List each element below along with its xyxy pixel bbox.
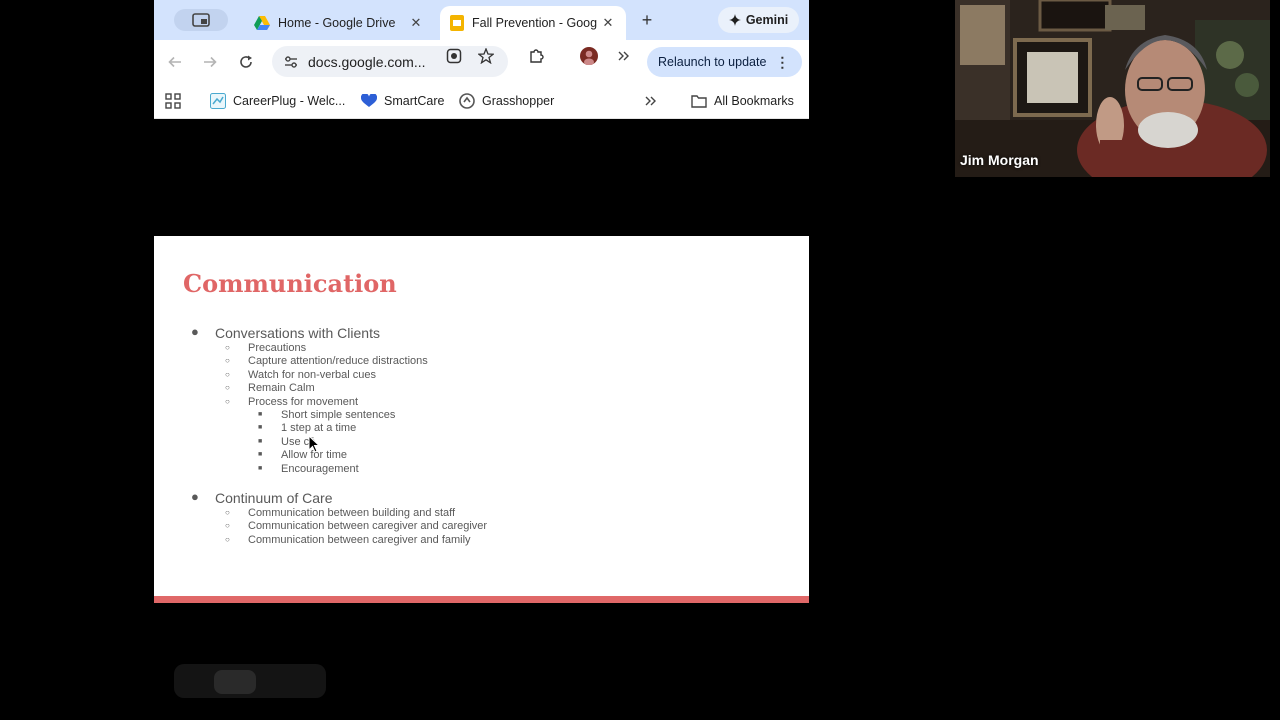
close-tab-icon[interactable]: ✕ bbox=[600, 15, 616, 31]
back-arrow-icon bbox=[168, 56, 181, 68]
bullet-square-icon: ■ bbox=[258, 424, 263, 431]
bookmark-label: SmartCare bbox=[384, 94, 445, 108]
bullet-circle-icon: ○ bbox=[225, 383, 230, 392]
slide-accent-bar bbox=[154, 596, 809, 603]
bullet-circle-icon: ○ bbox=[225, 535, 230, 544]
tab-fall-prevention[interactable]: Fall Prevention - Goog ✕ bbox=[440, 6, 626, 40]
close-tab-icon[interactable]: ✕ bbox=[408, 15, 424, 31]
gemini-label: Gemini bbox=[745, 13, 789, 27]
profile-avatar[interactable] bbox=[580, 47, 598, 65]
list-item: Communication between building and staff bbox=[248, 507, 456, 519]
bullet-circle-icon: ○ bbox=[225, 397, 230, 406]
relaunch-label: Relaunch to update bbox=[658, 55, 767, 69]
folder-icon bbox=[691, 95, 707, 108]
bookmarks-overflow-icon[interactable] bbox=[644, 91, 658, 111]
tab-search-button[interactable] bbox=[174, 9, 228, 31]
tab-label: Fall Prevention - Goog bbox=[472, 16, 598, 30]
bullet-circle-icon: ○ bbox=[225, 356, 230, 365]
gemini-sparkle-icon bbox=[728, 14, 741, 26]
browser-window: Home - Google Drive ✕ Fall Prevention - … bbox=[154, 0, 809, 720]
tab-group-icon bbox=[192, 13, 210, 27]
apps-grid-icon[interactable] bbox=[165, 91, 181, 111]
slide-title: Communication bbox=[183, 269, 397, 298]
google-slides-icon bbox=[450, 15, 464, 31]
bullet-square-icon: ■ bbox=[258, 465, 263, 472]
list-item: Communication between caregiver and fami… bbox=[248, 534, 471, 546]
participant-name: Jim Morgan bbox=[960, 152, 1039, 168]
smartcare-heart-icon bbox=[361, 94, 377, 107]
bullet-square-icon: ■ bbox=[258, 451, 263, 458]
new-tab-button[interactable]: + bbox=[636, 9, 658, 31]
sub-list-item: Encouragement bbox=[281, 463, 359, 475]
gemini-button[interactable]: Gemini bbox=[718, 7, 799, 33]
careerplug-icon bbox=[210, 93, 226, 109]
mouse-pointer-icon bbox=[308, 435, 320, 453]
tab-label: Home - Google Drive bbox=[278, 16, 396, 30]
forward-button[interactable] bbox=[200, 52, 220, 72]
bullet-square-icon: ■ bbox=[258, 411, 263, 418]
google-lens-icon[interactable] bbox=[445, 47, 463, 65]
more-menu-icon[interactable]: ⋮ bbox=[775, 54, 789, 71]
section-heading: Continuum of Care bbox=[215, 490, 333, 506]
section-heading: Conversations with Clients bbox=[215, 325, 380, 341]
tab-google-drive[interactable]: Home - Google Drive ✕ bbox=[244, 6, 434, 40]
bullet-circle-icon: ○ bbox=[225, 343, 230, 352]
grasshopper-icon bbox=[459, 93, 475, 109]
participant-video-feed bbox=[955, 0, 1270, 177]
sub-list-item: 1 step at a time bbox=[281, 422, 357, 434]
bookmark-smartcare[interactable]: SmartCare bbox=[361, 91, 444, 111]
bullet-dot-icon: ● bbox=[191, 489, 199, 504]
reload-icon bbox=[240, 55, 252, 68]
bookmark-label: Grasshopper bbox=[482, 94, 555, 108]
back-button[interactable] bbox=[165, 52, 185, 72]
bullet-square-icon: ■ bbox=[258, 438, 263, 445]
all-bookmarks-button[interactable]: All Bookmarks bbox=[691, 91, 794, 111]
address-bar[interactable]: docs.google.com... bbox=[272, 46, 508, 77]
bullet-circle-icon: ○ bbox=[225, 508, 230, 517]
reload-button[interactable] bbox=[236, 52, 256, 72]
chevron-double-right-icon[interactable] bbox=[615, 47, 633, 65]
extensions-icon[interactable] bbox=[527, 47, 545, 65]
forward-arrow-icon bbox=[204, 56, 217, 68]
google-drive-icon bbox=[254, 16, 270, 30]
bookmark-star-icon[interactable] bbox=[477, 47, 495, 65]
bullet-circle-icon: ○ bbox=[225, 370, 230, 379]
bullet-circle-icon: ○ bbox=[225, 521, 230, 530]
tab-strip: Home - Google Drive ✕ Fall Prevention - … bbox=[154, 0, 809, 40]
participant-video-tile: Jim Morgan bbox=[955, 0, 1270, 177]
bullet-dot-icon: ● bbox=[191, 324, 199, 339]
all-bookmarks-label: All Bookmarks bbox=[714, 94, 794, 108]
list-item: Process for movement bbox=[248, 396, 359, 408]
bookmark-grasshopper[interactable]: Grasshopper bbox=[459, 91, 554, 111]
list-item: Watch for non-verbal cues bbox=[248, 369, 376, 381]
bookmark-careerplug[interactable]: CareerPlug - Welc... bbox=[210, 91, 345, 111]
list-item: Remain Calm bbox=[248, 382, 315, 394]
screen: Home - Google Drive ✕ Fall Prevention - … bbox=[0, 0, 1280, 720]
bookmarks-bar: CareerPlug - Welc... SmartCare Grasshopp… bbox=[154, 83, 809, 119]
site-settings-icon[interactable] bbox=[284, 55, 298, 69]
presenter-controls-button[interactable] bbox=[214, 670, 256, 694]
bookmark-label: CareerPlug - Welc... bbox=[233, 94, 346, 108]
presentation-slide: Communication ● Conversations with Clien… bbox=[154, 236, 809, 603]
list-item: Precautions bbox=[248, 342, 307, 354]
sub-list-item: Short simple sentences bbox=[281, 409, 396, 421]
relaunch-update-button[interactable]: Relaunch to update ⋮ bbox=[647, 47, 802, 77]
list-item: Capture attention/reduce distractions bbox=[248, 355, 428, 367]
browser-toolbar: docs.google.com... Relaunch to update ⋮ bbox=[154, 40, 809, 83]
url-text: docs.google.com... bbox=[308, 53, 426, 70]
list-item: Communication between caregiver and care… bbox=[248, 520, 488, 532]
